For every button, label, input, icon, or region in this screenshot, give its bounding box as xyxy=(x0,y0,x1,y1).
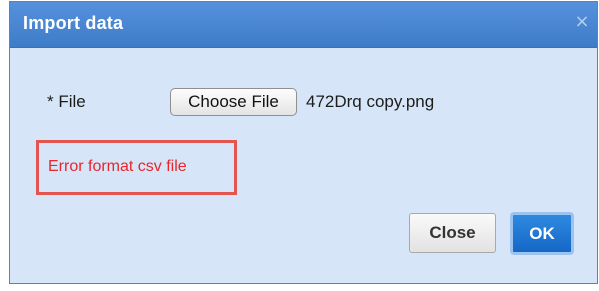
selected-file-name: 472Drq copy.png xyxy=(306,92,435,111)
dialog-body: * File Choose File 472Drq copy.png Error… xyxy=(10,48,597,283)
dialog-title: Import data xyxy=(23,13,124,33)
error-highlight-box: Error format csv file xyxy=(36,140,237,195)
ok-button[interactable]: OK xyxy=(510,212,574,255)
close-icon[interactable]: × xyxy=(573,12,591,32)
choose-file-button[interactable]: Choose File xyxy=(170,88,297,116)
import-data-dialog: Import data × * File Choose File 472Drq … xyxy=(9,1,598,284)
error-message: Error format csv file xyxy=(48,158,187,175)
dialog-titlebar: Import data × xyxy=(10,2,597,48)
file-field-label: * File xyxy=(47,92,86,111)
close-button[interactable]: Close xyxy=(409,213,496,253)
